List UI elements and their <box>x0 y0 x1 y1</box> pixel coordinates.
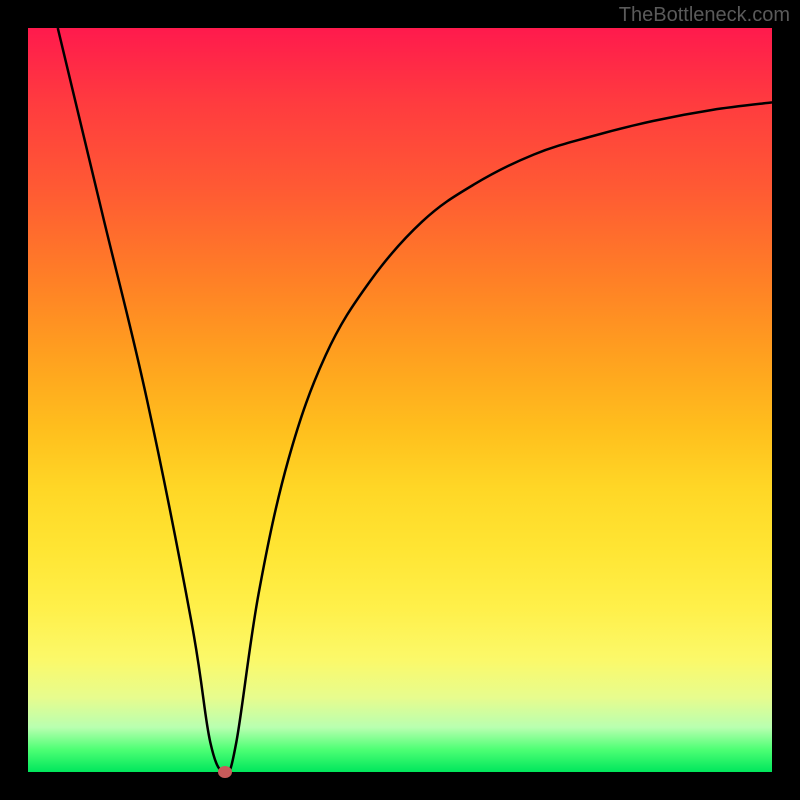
attribution-text: TheBottleneck.com <box>619 4 790 27</box>
curve-svg <box>28 28 772 772</box>
min-marker <box>218 766 232 778</box>
plot-area <box>28 28 772 772</box>
curve-line <box>58 28 772 772</box>
